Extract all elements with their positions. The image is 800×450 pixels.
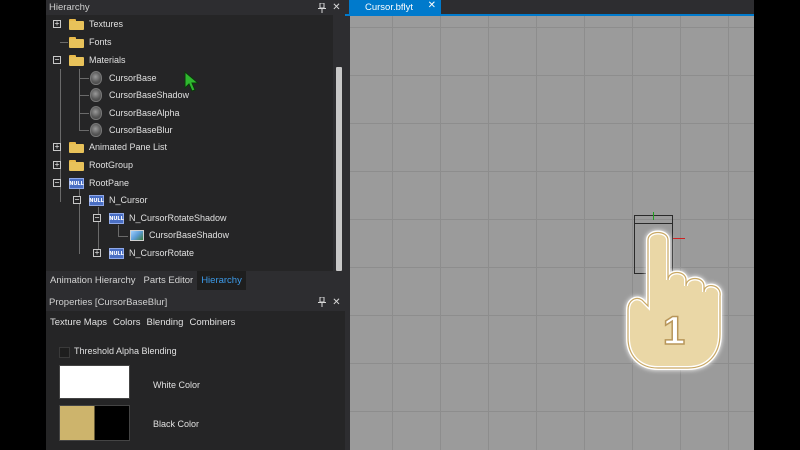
tree-item-n-cursorrotate[interactable]: + NULL N_CursorRotate [46, 245, 333, 262]
tree-item-rootgroup[interactable]: + RootGroup [46, 157, 333, 174]
tree-item-label: RootGroup [89, 160, 134, 170]
tree-item-n-cursor[interactable]: − NULL N_Cursor [46, 192, 333, 209]
tree-item-label: Textures [89, 19, 124, 29]
tree-item-label: RootPane [89, 178, 130, 188]
right-letterbox [754, 0, 800, 450]
close-icon[interactable]: ✕ [330, 296, 343, 309]
properties-panel-title: Properties [CursorBaseBlur] [49, 296, 168, 308]
tab-hierarchy[interactable]: Hierarchy [197, 271, 246, 290]
black-color-label: Black Color [153, 419, 200, 429]
tree-item-textures[interactable]: + Textures [46, 16, 333, 33]
material-icon [90, 123, 102, 137]
close-icon[interactable]: ✕ [428, 0, 436, 11]
folder-icon [69, 160, 84, 171]
scrollbar-thumb[interactable] [336, 67, 342, 271]
material-icon [90, 106, 102, 120]
tab-colors[interactable]: Colors [113, 317, 140, 328]
material-icon [90, 71, 102, 85]
pin-icon[interactable] [315, 296, 328, 309]
properties-panel-header: Properties [CursorBaseBlur] ✕ [46, 294, 345, 310]
dock-tabs: Animation Hierarchy Parts Editor Hierarc… [46, 271, 345, 290]
tree-item-label: CursorBaseBlur [109, 125, 173, 135]
collapse-icon[interactable]: − [93, 214, 101, 222]
document-tab-cursor-bflyt[interactable]: Cursor.bflyt ✕ [349, 0, 441, 14]
white-color-swatch[interactable] [59, 365, 130, 399]
tab-combiners[interactable]: Combiners [189, 317, 235, 328]
tree-item-label: CursorBaseShadow [109, 90, 190, 100]
tree-item-label: N_CursorRotate [129, 248, 195, 258]
folder-icon [69, 37, 84, 48]
tree-item-label: N_CursorRotateShadow [129, 213, 227, 223]
expand-icon[interactable]: + [53, 143, 61, 151]
tree-item-label: Fonts [89, 37, 112, 47]
left-letterbox [0, 0, 46, 450]
collapse-icon[interactable]: − [73, 196, 81, 204]
collapse-icon[interactable]: − [53, 179, 61, 187]
tree-item-n-cursorrotateshadow[interactable]: − NULL N_CursorRotateShadow [46, 210, 333, 227]
folder-icon [69, 55, 84, 66]
tree-item-cursorbaseshadow-picture[interactable]: CursorBaseShadow [46, 227, 333, 244]
hierarchy-scrollbar[interactable] [333, 15, 345, 271]
pin-icon[interactable] [315, 1, 328, 14]
tap-hand-icon: 1 [626, 230, 723, 370]
tab-animation-hierarchy[interactable]: Animation Hierarchy [46, 271, 140, 290]
null-pane-icon: NULL [69, 178, 84, 189]
mouse-pointer-icon [184, 71, 200, 92]
hierarchy-panel-title: Hierarchy [49, 2, 90, 13]
tab-parts-editor[interactable]: Parts Editor [140, 271, 198, 290]
tree-item-label: N_Cursor [109, 195, 148, 205]
hand-badge-number: 1 [663, 309, 685, 353]
threshold-alpha-checkbox[interactable] [59, 347, 70, 358]
null-pane-icon: NULL [89, 195, 104, 206]
tree-item-cursorbasealpha[interactable]: CursorBaseAlpha [46, 105, 333, 122]
document-tab-label: Cursor.bflyt [365, 1, 414, 13]
tree-item-label: Animated Pane List [89, 142, 168, 152]
tree-item-label: CursorBaseAlpha [109, 108, 180, 118]
y-axis-gizmo [653, 212, 654, 220]
tree-item-cursorbaseblur[interactable]: CursorBaseBlur [46, 122, 333, 139]
material-icon [90, 88, 102, 102]
hierarchy-panel-header: Hierarchy ✕ [46, 0, 345, 15]
threshold-alpha-label: Threshold Alpha Blending [74, 346, 177, 356]
left-dock: Hierarchy ✕ + Textures Fonts − Materials… [46, 0, 345, 450]
properties-tabs: Texture Maps Colors Blending Combiners [46, 311, 345, 333]
expand-icon[interactable]: + [53, 161, 61, 169]
picture-pane-icon [130, 230, 144, 241]
tree-item-label: CursorBase [109, 73, 157, 83]
tree-item-label: Materials [89, 55, 126, 65]
white-color-label: White Color [153, 380, 201, 390]
tree-item-animated-pane-list[interactable]: + Animated Pane List [46, 139, 333, 156]
document-tabstrip: Cursor.bflyt ✕ [345, 0, 754, 14]
black-color-swatch[interactable] [59, 405, 130, 441]
tree-item-label: CursorBaseShadow [149, 230, 230, 240]
close-icon[interactable]: ✕ [330, 1, 343, 14]
expand-icon[interactable]: + [93, 249, 101, 257]
null-pane-icon: NULL [109, 213, 124, 224]
folder-icon [69, 142, 84, 153]
tab-blending[interactable]: Blending [146, 317, 183, 328]
tree-item-rootpane[interactable]: − NULL RootPane [46, 175, 333, 192]
expand-icon[interactable]: + [53, 20, 61, 28]
pane-top-edge [634, 223, 673, 224]
folder-icon [69, 19, 84, 30]
properties-body: Texture Maps Colors Blending Combiners T… [46, 311, 345, 450]
tab-texture-maps[interactable]: Texture Maps [50, 317, 107, 328]
null-pane-icon: NULL [109, 248, 124, 259]
tree-item-materials[interactable]: − Materials [46, 52, 333, 69]
tree-item-fonts[interactable]: Fonts [46, 34, 333, 51]
hierarchy-tree: + Textures Fonts − Materials CursorBase … [46, 15, 333, 271]
collapse-icon[interactable]: − [53, 56, 61, 64]
